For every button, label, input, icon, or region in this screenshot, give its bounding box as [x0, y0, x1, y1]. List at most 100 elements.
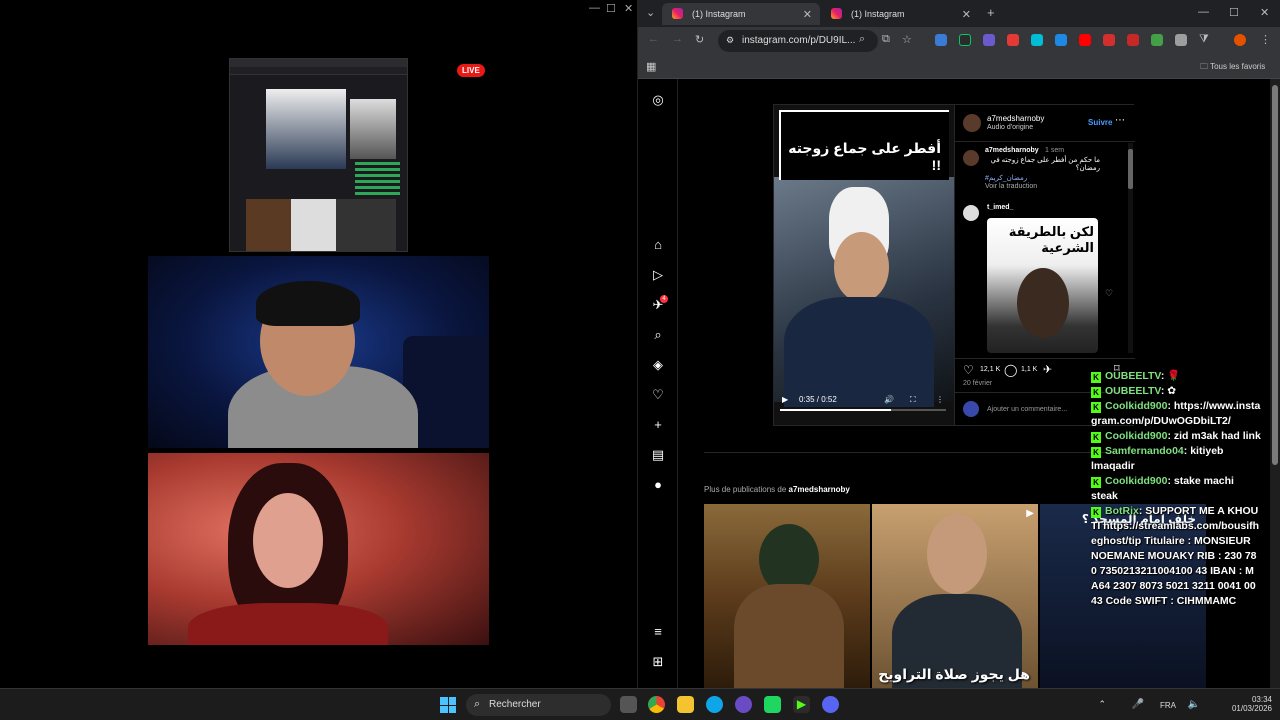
chat-message: K BotRix: SUPPORT ME A KHOUTI https://str…	[1091, 505, 1260, 607]
apps-grid-icon[interactable]: ▦	[646, 60, 656, 73]
search-icon[interactable]: ⌕	[650, 327, 666, 343]
address-bar[interactable]: ⚙ instagram.com/p/DU9IL...	[718, 30, 878, 52]
youtube-extension-icon[interactable]	[1079, 34, 1091, 46]
bookmark-star-icon[interactable]: ☆	[902, 33, 912, 46]
tray-chevron-icon[interactable]: ⌃	[1098, 699, 1106, 710]
kick-app-icon[interactable]: ▶	[793, 696, 810, 713]
extension-icon[interactable]	[1007, 34, 1019, 46]
extensions-puzzle-icon[interactable]: ⧩	[1199, 33, 1209, 46]
webcam-streamer	[148, 256, 489, 448]
kick-icon: K	[1091, 372, 1101, 383]
cast-icon[interactable]: ⧉	[882, 33, 890, 46]
file-explorer-icon[interactable]	[677, 696, 694, 713]
microphone-icon[interactable]: 🎤	[1132, 699, 1144, 710]
volume-icon[interactable]: 🔊	[884, 395, 894, 404]
windows-start-icon[interactable]	[440, 697, 456, 713]
extension-icon[interactable]	[1055, 34, 1067, 46]
close-tab-icon[interactable]: ✕	[962, 8, 971, 21]
like-comment-icon[interactable]: ♡	[1105, 288, 1113, 299]
site-info-icon[interactable]: ⚙	[726, 35, 734, 46]
taskbar-search[interactable]: ⌕ Rechercher	[466, 694, 611, 716]
notifications-heart-icon[interactable]: ♡	[650, 387, 666, 403]
dashboard-icon[interactable]: ▤	[650, 447, 666, 463]
video-menu-icon[interactable]: ⋮	[936, 395, 944, 404]
tab-list-icon[interactable]: ⌄	[646, 6, 655, 19]
obs-icon[interactable]	[735, 696, 752, 713]
extension-icon[interactable]	[935, 34, 947, 46]
clock[interactable]: 03:34 01/03/2026	[1212, 695, 1272, 713]
audio-label[interactable]: Audio d'origine	[987, 124, 1033, 131]
maximize-icon[interactable]: ☐	[606, 2, 616, 15]
extension-icon[interactable]	[983, 34, 995, 46]
caption-author[interactable]: a7medsharnoby	[985, 147, 1039, 154]
close-window-icon[interactable]: ✕	[1260, 6, 1269, 19]
profile-avatar[interactable]	[1234, 34, 1246, 46]
close-icon[interactable]: ✕	[624, 2, 633, 15]
back-icon[interactable]: ←	[648, 33, 659, 45]
author-avatar[interactable]	[963, 114, 981, 132]
follow-button[interactable]: Suivre	[1088, 118, 1112, 127]
create-icon[interactable]: +	[650, 417, 666, 433]
explore-icon[interactable]: ◈	[650, 357, 666, 373]
profile-avatar[interactable]: ●	[650, 477, 666, 493]
extension-icon[interactable]	[1127, 34, 1139, 46]
language-indicator[interactable]: FRA	[1160, 701, 1176, 710]
comment-icon[interactable]: ◯	[1004, 363, 1017, 377]
task-view-icon[interactable]	[620, 696, 637, 713]
shield-icon[interactable]	[1175, 34, 1187, 46]
close-tab-icon[interactable]: ✕	[803, 8, 812, 21]
extension-icon[interactable]	[1103, 34, 1115, 46]
share-icon[interactable]: ✈	[1043, 363, 1052, 376]
new-tab-icon[interactable]: +	[987, 5, 995, 20]
commenter-name[interactable]: t_imed_	[987, 204, 1013, 211]
fullscreen-icon[interactable]: ⛶	[910, 395, 916, 405]
video-progress[interactable]	[780, 409, 946, 411]
caption-hashtag[interactable]: #رمضان_كريم	[985, 174, 1027, 182]
extension-icon[interactable]	[1031, 34, 1043, 46]
related-post-thumb[interactable]	[704, 504, 870, 688]
minimize-icon[interactable]: —	[1198, 6, 1209, 18]
maximize-icon[interactable]: ☐	[1229, 6, 1239, 19]
comments-scrollbar[interactable]	[1128, 143, 1133, 353]
more-posts-header: Plus de publications de a7medsharnoby	[704, 485, 850, 494]
instagram-logo-icon[interactable]: ◎	[650, 92, 666, 108]
stream-pane: — ☐ ✕ LIVE	[0, 0, 638, 688]
forward-icon[interactable]: →	[672, 33, 683, 45]
reels-icon[interactable]: ▷	[650, 267, 666, 283]
app-icon[interactable]	[764, 696, 781, 713]
meta-icon[interactable]: ⊞	[650, 654, 666, 670]
webcam-guest	[148, 453, 489, 645]
network-volume-icon[interactable]: 🔈	[1188, 699, 1200, 710]
discord-icon[interactable]	[822, 696, 839, 713]
like-icon[interactable]: ♡	[963, 363, 974, 377]
tab-instagram-1[interactable]: (1) Instagram ✕	[662, 3, 820, 25]
video-caption-box: أفطر على جماع زوجته !!	[779, 110, 949, 180]
more-menu-icon[interactable]: ≡	[650, 624, 666, 640]
translate-link[interactable]: Voir la traduction	[985, 183, 1037, 190]
play-icon[interactable]: ▶	[782, 395, 788, 404]
instagram-favicon-icon	[672, 8, 683, 19]
chrome-icon[interactable]	[648, 696, 665, 713]
menu-kebab-icon[interactable]: ⋮	[1260, 33, 1271, 46]
instagram-sidebar: ◎ ⌂ ▷ ✈ 4 ⌕ ◈ ♡ + ▤ ● ≡ ⊞	[638, 79, 678, 688]
video-player[interactable]: أفطر على جماع زوجته !! ▶ 0:35 / 0:52 🔊 ⛶…	[774, 105, 954, 425]
page-scrollbar[interactable]	[1270, 79, 1280, 688]
edge-icon[interactable]	[706, 696, 723, 713]
tab-instagram-2[interactable]: (1) Instagram ✕	[821, 3, 979, 25]
home-icon[interactable]: ⌂	[650, 237, 666, 253]
extension-icon[interactable]	[1151, 34, 1163, 46]
caption-avatar	[963, 150, 979, 166]
reload-icon[interactable]: ↻	[695, 33, 704, 46]
related-post-thumb[interactable]: ▶ هل يجوز صلاة التراويح	[872, 504, 1038, 688]
tab-bar: ⌄ (1) Instagram ✕ (1) Instagram ✕ + — ☐ …	[638, 0, 1280, 27]
extension-icon[interactable]	[959, 34, 971, 46]
minimize-icon[interactable]: —	[589, 2, 600, 14]
rose-emote-icon: 🌹	[1167, 370, 1181, 382]
taskbar: ⌕ Rechercher ▶ ⌃ 🎤 FRA 🔈 03:34 01/03/202…	[0, 688, 1280, 720]
author-name[interactable]: a7medsharnoby	[987, 114, 1044, 123]
all-bookmarks-folder[interactable]: 🗀 Tous les favoris	[1200, 61, 1265, 75]
add-comment-input[interactable]: Ajouter un commentaire...	[987, 406, 1067, 413]
options-icon[interactable]: ⋯	[1115, 115, 1125, 126]
zoom-icon[interactable]: ⌕	[859, 33, 865, 46]
chat-message: K OUBEELTV: 🌹	[1091, 369, 1261, 384]
